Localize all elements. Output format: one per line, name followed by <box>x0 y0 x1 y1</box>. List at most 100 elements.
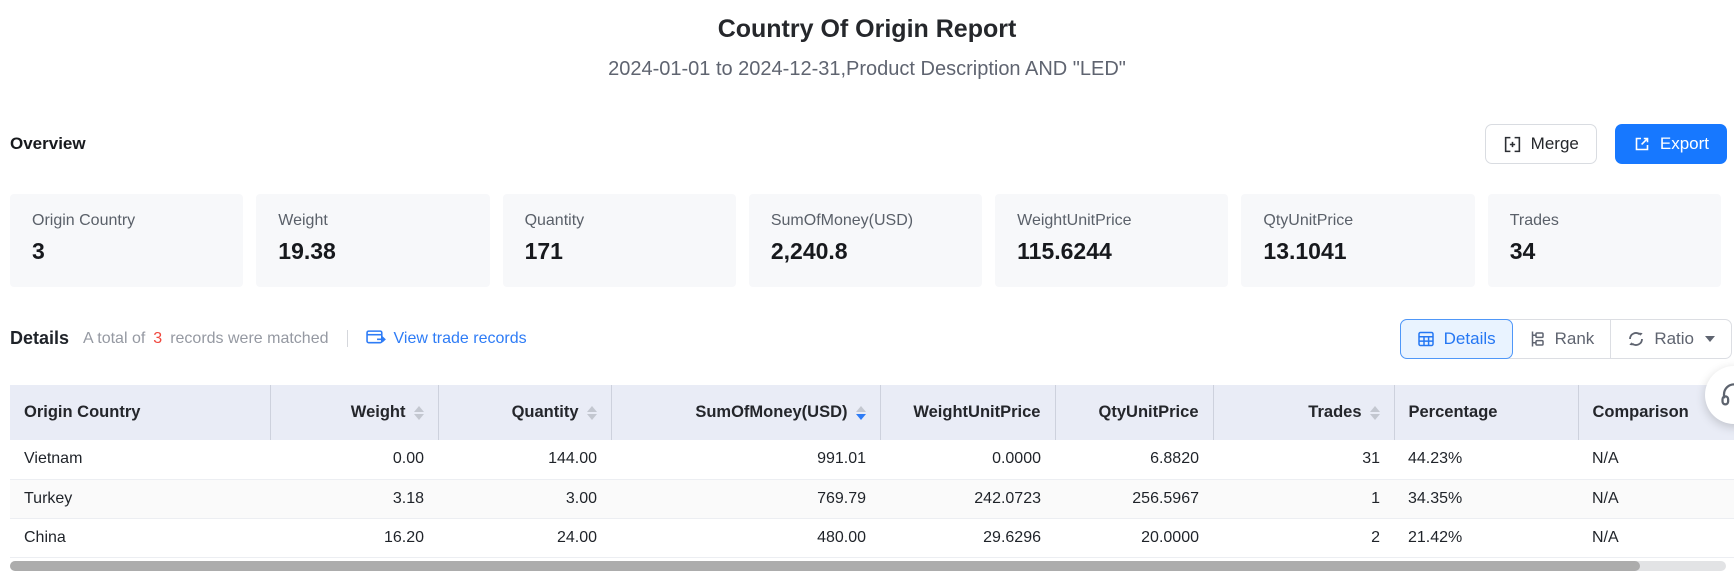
headset-icon <box>1718 379 1734 411</box>
page-title: Country Of Origin Report <box>0 15 1734 44</box>
sort-asc-caret <box>414 406 424 412</box>
external-link-icon <box>1633 135 1651 153</box>
column-header-label: WeightUnitPrice <box>913 403 1040 422</box>
sort-desc-caret <box>1370 414 1380 420</box>
column-header-inner: Percentage <box>1409 403 1498 422</box>
view-trade-records-link[interactable]: View trade records <box>366 330 527 348</box>
sort-carets-icon <box>1370 406 1380 420</box>
view-tab-label: Ratio <box>1654 329 1694 349</box>
table-row-china: China16.2024.00480.0029.629620.0000221.4… <box>10 518 1734 557</box>
browser-arrow-icon <box>366 330 386 347</box>
cell-weight: 0.00 <box>270 440 438 479</box>
cell-qtyunitprice: 20.0000 <box>1055 518 1213 557</box>
column-header-inner: Comparison <box>1593 403 1689 422</box>
column-header-label: QtyUnitPrice <box>1099 403 1199 422</box>
column-header-trades[interactable]: Trades <box>1213 385 1394 440</box>
stat-card-label: Origin Country <box>32 212 221 230</box>
overview-heading: Overview <box>10 134 86 154</box>
column-header-weight[interactable]: Weight <box>270 385 438 440</box>
table-grid-icon <box>1417 330 1435 348</box>
column-header-label: Origin Country <box>24 403 140 422</box>
column-header-quantity[interactable]: Quantity <box>438 385 611 440</box>
column-header-label: Trades <box>1308 403 1361 422</box>
cell-percentage: 34.35% <box>1394 479 1578 518</box>
cell-trades: 31 <box>1213 440 1394 479</box>
records-summary-prefix: A total of <box>83 330 145 348</box>
sort-carets-icon <box>856 406 866 420</box>
sort-asc-caret <box>856 406 866 412</box>
table-body: Vietnam0.00144.00991.010.00006.88203144.… <box>10 440 1734 557</box>
column-header-origin-country: Origin Country <box>10 385 270 440</box>
cell-trades: 2 <box>1213 518 1394 557</box>
view-tab-details[interactable]: Details <box>1400 319 1513 359</box>
cell-weightunitprice: 0.0000 <box>880 440 1055 479</box>
merge-button[interactable]: Merge <box>1485 124 1597 164</box>
cell-origin-country: China <box>10 518 270 557</box>
sort-carets-icon <box>414 406 424 420</box>
cell-quantity: 24.00 <box>438 518 611 557</box>
column-header-inner: Trades <box>1308 403 1379 422</box>
stat-card-sumofmoney-usd: SumOfMoney(USD) 2,240.8 <box>749 194 982 287</box>
cell-sumofmoney-usd: 769.79 <box>611 479 880 518</box>
stat-card-origin-country: Origin Country 3 <box>10 194 243 287</box>
cell-weightunitprice: 242.0723 <box>880 479 1055 518</box>
column-header-label: SumOfMoney(USD) <box>695 403 847 422</box>
overview-cards: Origin Country3Weight19.38Quantity171Sum… <box>10 194 1721 287</box>
column-header-percentage: Percentage <box>1394 385 1578 440</box>
stat-card-value: 171 <box>525 238 714 265</box>
cell-weight: 3.18 <box>270 479 438 518</box>
cell-percentage: 21.42% <box>1394 518 1578 557</box>
column-header-qtyunitprice: QtyUnitPrice <box>1055 385 1213 440</box>
cell-quantity: 3.00 <box>438 479 611 518</box>
cell-comparison: N/A <box>1578 440 1734 479</box>
view-trade-records-label: View trade records <box>394 330 527 348</box>
stat-card-value: 34 <box>1510 238 1699 265</box>
stat-card-value: 13.1041 <box>1263 238 1452 265</box>
details-header-row: Details A total of 3 records were matche… <box>10 318 1732 359</box>
export-button[interactable]: Export <box>1615 124 1727 164</box>
column-header-inner: Quantity <box>512 403 597 422</box>
cell-qtyunitprice: 256.5967 <box>1055 479 1213 518</box>
stat-card-label: SumOfMoney(USD) <box>771 212 960 230</box>
view-tab-rank[interactable]: Rank <box>1512 320 1611 358</box>
table-header-row: Origin Country Weight Quantity SumOfMoney(U… <box>10 385 1734 440</box>
rank-branch-icon <box>1528 330 1546 348</box>
column-header-inner: Weight <box>351 403 424 422</box>
column-header-inner: Origin Country <box>24 403 140 422</box>
column-header-sumofmoney-usd[interactable]: SumOfMoney(USD) <box>611 385 880 440</box>
stat-card-label: QtyUnitPrice <box>1263 212 1452 230</box>
sort-asc-caret <box>1370 406 1380 412</box>
stat-card-value: 115.6244 <box>1017 238 1206 265</box>
country-of-origin-report-page: Country Of Origin Report 2024-01-01 to 2… <box>0 0 1734 585</box>
cell-trades: 1 <box>1213 479 1394 518</box>
stat-card-label: Quantity <box>525 212 714 230</box>
horizontal-scrollbar-track[interactable] <box>10 561 1726 571</box>
stat-card-value: 2,240.8 <box>771 238 960 265</box>
view-tab-label: Details <box>1444 329 1496 349</box>
circular-arrows-icon <box>1627 330 1645 348</box>
cell-weightunitprice: 29.6296 <box>880 518 1055 557</box>
merge-cells-icon <box>1503 135 1522 154</box>
view-toggle-group: Details Rank Ratio <box>1400 319 1732 359</box>
view-tab-ratio[interactable]: Ratio <box>1610 320 1731 358</box>
table-row-vietnam: Vietnam0.00144.00991.010.00006.88203144.… <box>10 440 1734 479</box>
table-row-turkey: Turkey3.183.00769.79242.0723256.5967134.… <box>10 479 1734 518</box>
horizontal-scrollbar-thumb[interactable] <box>10 561 1640 571</box>
cell-origin-country: Vietnam <box>10 440 270 479</box>
cell-comparison: N/A <box>1578 518 1734 557</box>
vertical-divider <box>347 330 348 347</box>
details-heading: Details <box>10 328 69 349</box>
records-summary-suffix: records were matched <box>170 330 328 348</box>
records-summary: A total of 3 records were matched <box>83 330 328 348</box>
stat-card-label: Trades <box>1510 212 1699 230</box>
column-header-label: Weight <box>351 403 406 422</box>
column-header-inner: WeightUnitPrice <box>913 403 1040 422</box>
stat-card-quantity: Quantity 171 <box>503 194 736 287</box>
column-header-label: Percentage <box>1409 403 1498 422</box>
caret-down-icon <box>1705 336 1715 342</box>
stat-card-value: 3 <box>32 238 221 265</box>
overview-header-row: Overview Merge Export <box>10 120 1727 168</box>
stat-card-qtyunitprice: QtyUnitPrice 13.1041 <box>1241 194 1474 287</box>
merge-button-label: Merge <box>1531 134 1579 154</box>
view-tab-label: Rank <box>1555 329 1595 349</box>
